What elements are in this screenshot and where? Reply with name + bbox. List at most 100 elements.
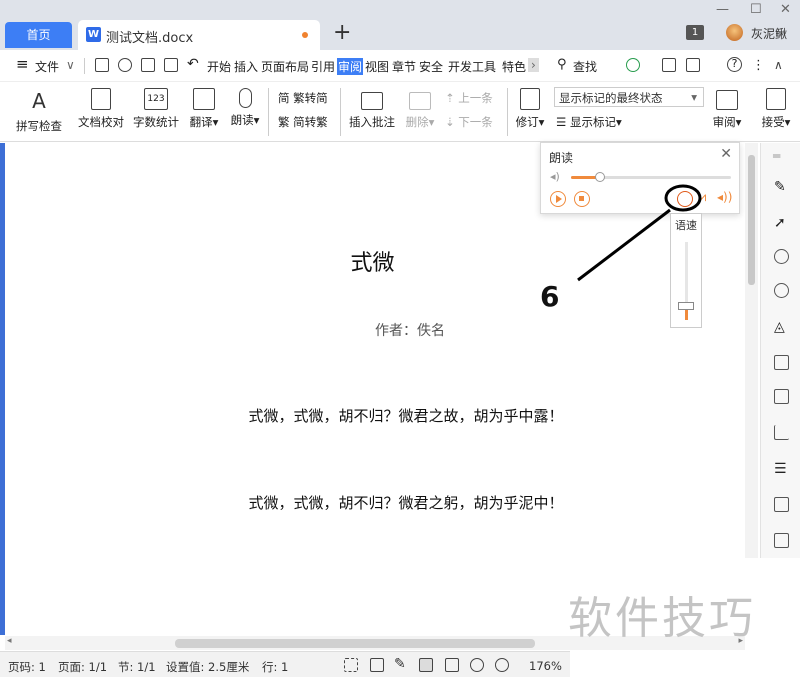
avatar[interactable]	[726, 24, 743, 41]
horizontal-scroll-thumb[interactable]	[175, 639, 535, 648]
speed-slider-knob[interactable]	[678, 302, 694, 310]
show-marks-button[interactable]: ☰ 显示标记▾	[556, 114, 622, 130]
save-icon[interactable]	[95, 58, 109, 72]
menu-developer[interactable]: 开发工具	[448, 58, 496, 75]
hamburger-icon[interactable]: ≡	[16, 55, 29, 73]
grid-icon[interactable]	[774, 389, 789, 404]
document-canvas[interactable]	[0, 143, 745, 635]
menu-page-layout[interactable]: 页面布局	[261, 58, 309, 75]
menu-more-button[interactable]: ›	[528, 58, 539, 72]
voice-settings-icon[interactable]: ◂))	[717, 190, 732, 204]
export-icon[interactable]	[774, 533, 789, 548]
accept-button[interactable]: 接受▾	[756, 84, 796, 130]
menu-review[interactable]: 审阅	[337, 58, 364, 75]
ribbon-toolbar: A 拼写检查 文档校对 123 字数统计 翻译▾ 朗读▾ 简 繁转简 繁 简转繁…	[0, 82, 800, 142]
image-icon[interactable]	[774, 497, 789, 512]
menu-file[interactable]: 文件	[35, 58, 59, 75]
fullscreen-icon[interactable]	[344, 658, 358, 672]
chevron-down-icon[interactable]: ∨	[66, 58, 75, 72]
maximize-button[interactable]: ☐	[750, 2, 762, 17]
collaborate-icon[interactable]	[686, 58, 700, 72]
speed-slider-fill	[685, 310, 688, 320]
revise-button[interactable]: 修订▾	[512, 84, 548, 130]
minimize-button[interactable]: —	[716, 2, 729, 17]
scroll-left-icon[interactable]: ◂	[7, 636, 12, 646]
stop-icon[interactable]	[574, 191, 590, 207]
chart-icon[interactable]	[774, 425, 789, 440]
spell-check-button[interactable]: A 拼写检查	[10, 84, 68, 134]
menu-feature[interactable]: 特色	[502, 58, 526, 75]
volume-slider-knob[interactable]	[594, 172, 605, 182]
comment-icon	[361, 92, 383, 110]
tab-document[interactable]: W 测试文档.docx	[78, 20, 320, 50]
menu-view[interactable]: 视图	[365, 58, 389, 75]
vertical-scrollbar[interactable]	[745, 143, 758, 558]
more-options-icon[interactable]: ⋮	[752, 58, 765, 73]
zoom-level[interactable]: 176%	[529, 659, 562, 673]
outline-view-icon[interactable]	[445, 658, 459, 672]
help-icon[interactable]: ?	[727, 57, 742, 72]
prev-comment-button[interactable]: ⇡ 上一条	[445, 90, 493, 106]
simp-to-trad-button[interactable]: 繁 简转繁	[278, 114, 328, 130]
search-label[interactable]: 查找	[573, 58, 597, 75]
pen-mode-icon[interactable]: ✎	[394, 656, 406, 672]
play-icon[interactable]	[550, 191, 566, 207]
web-view-icon[interactable]	[470, 658, 484, 672]
menu-reference[interactable]: 引用	[311, 58, 335, 75]
collapse-ribbon-icon[interactable]: ∧	[774, 58, 783, 72]
menu-section[interactable]: 章节	[392, 58, 416, 75]
eye-protection-icon[interactable]	[495, 658, 509, 672]
chevron-down-icon: ▾	[691, 90, 697, 104]
share-icon[interactable]	[662, 58, 676, 72]
status-page[interactable]: 页面: 1/1	[58, 659, 107, 675]
tab-home[interactable]: 首页	[5, 22, 72, 48]
cloud-sync-icon[interactable]	[626, 58, 640, 72]
status-setting[interactable]: 设置值: 2.5厘米	[166, 659, 249, 675]
next-comment-button[interactable]: ⇣ 下一条	[445, 114, 493, 130]
new-tab-button[interactable]: +	[333, 20, 351, 45]
accept-icon	[766, 88, 786, 110]
left-edge-strip	[0, 143, 5, 635]
volume-slider[interactable]	[571, 172, 731, 182]
vertical-scroll-thumb[interactable]	[748, 155, 755, 285]
speed-dial-icon[interactable]	[677, 191, 693, 207]
sidebar-handle-icon[interactable]: ═	[773, 149, 780, 163]
tone-icon[interactable]: ⩘	[699, 190, 706, 205]
shapes-icon[interactable]	[774, 283, 789, 298]
pen-icon[interactable]: ✎	[774, 179, 789, 195]
cursor-icon[interactable]: ➚	[774, 215, 789, 231]
search-icon[interactable]: ⚲	[557, 57, 567, 72]
insert-comment-button[interactable]: 插入批注	[346, 84, 398, 130]
print-icon[interactable]	[141, 58, 155, 72]
page-view-icon[interactable]	[419, 658, 433, 672]
print-preview-icon[interactable]	[164, 58, 178, 72]
read-panel-title: 朗读	[549, 151, 574, 165]
reading-mode-icon[interactable]	[370, 658, 384, 672]
layers-icon[interactable]: ◬	[774, 319, 789, 335]
window-count-badge[interactable]: 1	[686, 25, 704, 40]
menu-start[interactable]: 开始	[207, 58, 231, 75]
undo-icon[interactable]: ↶	[187, 56, 199, 72]
divider	[84, 58, 85, 74]
status-page-number[interactable]: 页码: 1	[8, 659, 46, 675]
translate-button[interactable]: 翻译▾	[186, 84, 222, 130]
status-section[interactable]: 节: 1/1	[118, 659, 156, 675]
menu-security[interactable]: 安全	[419, 58, 443, 75]
doc-proof-button[interactable]: 文档校对	[76, 84, 126, 130]
username[interactable]: 灰泥鳅	[751, 25, 787, 42]
delete-comment-button[interactable]: 删除▾	[402, 84, 438, 130]
display-state-select[interactable]: 显示标记的最终状态 ▾	[554, 87, 704, 107]
badge-icon[interactable]	[774, 249, 789, 264]
menu-insert[interactable]: 插入	[234, 58, 258, 75]
close-icon[interactable]: ✕	[720, 146, 732, 162]
sliders-icon[interactable]: ☰	[774, 461, 789, 477]
read-aloud-button[interactable]: 朗读▾	[228, 84, 262, 128]
play-triangle	[556, 195, 562, 203]
word-count-button[interactable]: 123 字数统计	[131, 84, 181, 130]
export-pdf-icon[interactable]	[118, 58, 132, 72]
review-button[interactable]: 审阅▾	[708, 84, 746, 130]
status-line[interactable]: 行: 1	[262, 659, 288, 675]
close-window-button[interactable]: ✕	[780, 2, 791, 17]
table-icon[interactable]	[774, 355, 789, 370]
trad-to-simp-button[interactable]: 简 繁转简	[278, 90, 328, 106]
